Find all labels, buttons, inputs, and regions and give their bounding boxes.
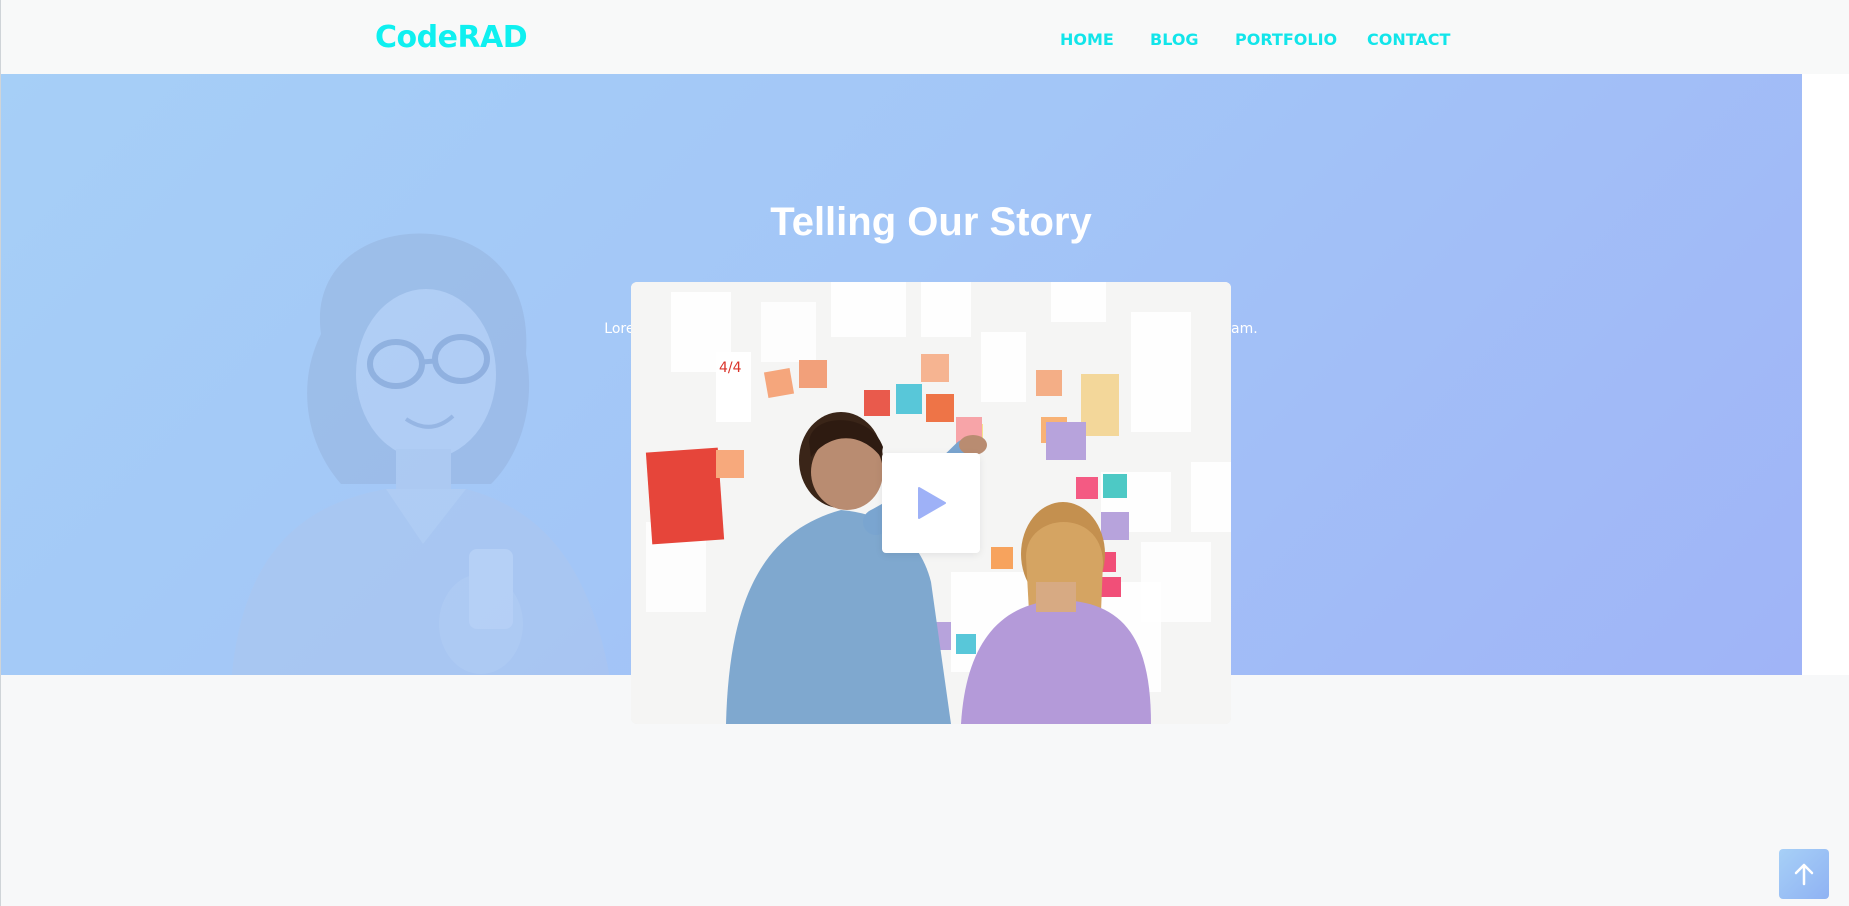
nav-home[interactable]: HOME (1060, 30, 1114, 49)
hero-right-strip (1802, 74, 1849, 675)
site-header: CodeRAD HOME BLOG PORTFOLIO CONTACT (1, 0, 1849, 74)
scroll-to-top-button[interactable] (1779, 849, 1829, 899)
nav-portfolio[interactable]: PORTFOLIO (1235, 30, 1337, 49)
page: CodeRAD HOME BLOG PORTFOLIO CONTACT Tell… (0, 0, 1849, 906)
play-button[interactable] (882, 453, 980, 553)
svg-text:4/4: 4/4 (719, 360, 742, 376)
hero-title: Telling Our Story (770, 200, 1092, 244)
nav-blog[interactable]: BLOG (1150, 30, 1199, 49)
background-person-image (231, 233, 610, 675)
nav-contact[interactable]: CONTACT (1367, 30, 1450, 49)
play-icon (918, 487, 946, 519)
logo[interactable]: CodeRAD (375, 20, 528, 55)
arrow-up-icon (1794, 863, 1814, 886)
